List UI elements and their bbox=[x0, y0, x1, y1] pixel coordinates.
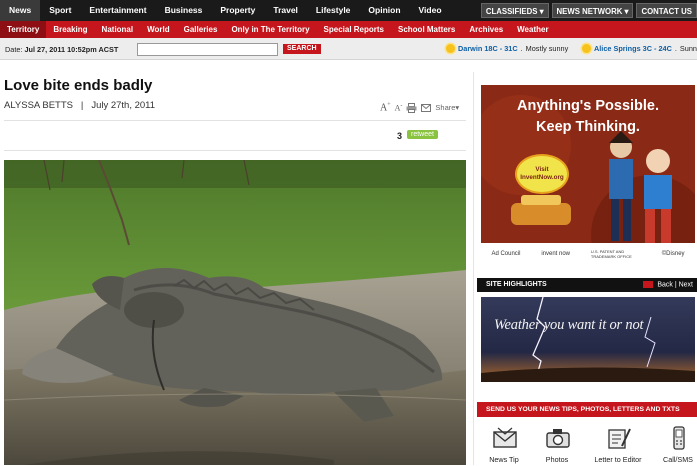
news-network-button[interactable]: NEWS NETWORK ▾ bbox=[551, 3, 634, 18]
top-nav-right-group: CLASSIFIEDS ▾ NEWS NETWORK ▾ CONTACT US bbox=[480, 3, 697, 18]
section-tab-breaking[interactable]: Breaking bbox=[46, 21, 94, 38]
print-icon[interactable] bbox=[406, 102, 417, 113]
photos-label: Photos bbox=[545, 455, 569, 464]
divider bbox=[4, 150, 466, 151]
top-nav-travel[interactable]: Travel bbox=[264, 0, 307, 21]
contact-us-button[interactable]: CONTACT US bbox=[636, 3, 697, 18]
highlight-caption: Weather you want it or not bbox=[494, 317, 644, 333]
section-tab-school-matters[interactable]: School Matters bbox=[391, 21, 462, 38]
ad-footer-logos: Ad Council invent now U.S. PATENT AND TR… bbox=[481, 243, 695, 264]
section-tab-galleries[interactable]: Galleries bbox=[177, 21, 225, 38]
contact-options: News Tip Photos Letter to Editor Call/SM… bbox=[477, 426, 697, 466]
date-search-bar: Date: Jul 27, 2011 10:52pm ACST SEARCH D… bbox=[0, 38, 697, 60]
search-button[interactable]: SEARCH bbox=[283, 44, 321, 54]
section-tab-special-reports[interactable]: Special Reports bbox=[317, 21, 391, 38]
call-sms-label: Call/SMS bbox=[663, 455, 693, 464]
chevron-down-icon: ▾ bbox=[539, 7, 544, 16]
camera-icon bbox=[546, 429, 570, 448]
time-value: 10:52pm ACST bbox=[67, 45, 119, 54]
contact-us-label: CONTACT US bbox=[641, 7, 692, 16]
ad-visit-url: InventNow.org bbox=[520, 174, 564, 181]
mobile-phone-icon bbox=[673, 426, 685, 450]
uspto-logo: U.S. PATENT AND TRADEMARK OFFICE bbox=[590, 248, 632, 259]
weather-alice-springs[interactable]: Alice Springs 3C - 24C . Sunn bbox=[582, 44, 697, 53]
date-label: Date: bbox=[5, 45, 23, 54]
share-button[interactable]: Share▾ bbox=[435, 103, 459, 112]
site-highlight-image[interactable]: Weather you want it or not bbox=[481, 297, 695, 382]
disney-logo: ©Disney bbox=[661, 250, 685, 257]
highlights-back-link[interactable]: Back bbox=[657, 281, 673, 288]
highlights-nav: Back | Next bbox=[643, 281, 693, 288]
top-nav-lifestyle[interactable]: Lifestyle bbox=[307, 0, 360, 21]
current-date: Date: Jul 27, 2011 10:52pm ACST bbox=[5, 45, 118, 54]
top-nav-entertainment[interactable]: Entertainment bbox=[80, 0, 155, 21]
sidebar-divider bbox=[473, 72, 474, 465]
retweet-count: 3 bbox=[397, 131, 403, 141]
weather-desc: Sunn bbox=[679, 44, 697, 53]
ad-visit-label: Visit bbox=[535, 166, 549, 173]
date-value: Jul 27, 2011 bbox=[24, 45, 66, 54]
chevron-down-icon: ▾ bbox=[624, 7, 629, 16]
classifieds-label: CLASSIFIEDS bbox=[485, 7, 538, 16]
article-byline: ALYSSA BETTS | July 27th, 2011 bbox=[4, 100, 155, 111]
retweet-button[interactable]: retweet bbox=[407, 130, 438, 139]
top-nav-business[interactable]: Business bbox=[156, 0, 212, 21]
email-icon[interactable] bbox=[421, 103, 432, 112]
site-highlights-header: SITE HIGHLIGHTS Back | Next bbox=[477, 278, 697, 292]
section-tab-territory[interactable]: Territory bbox=[0, 21, 47, 38]
crocodile-photo-image bbox=[4, 160, 466, 465]
share-label: Share bbox=[435, 103, 456, 113]
section-tab-national[interactable]: National bbox=[95, 21, 141, 38]
article-photo bbox=[4, 160, 466, 465]
top-nav-news[interactable]: News bbox=[0, 0, 41, 21]
weather-city: Darwin 18C - 31C bbox=[458, 44, 518, 53]
top-nav-video[interactable]: Video bbox=[410, 0, 451, 21]
top-navigation: News Sport Entertainment Business Proper… bbox=[0, 0, 697, 21]
section-tab-world[interactable]: World bbox=[140, 21, 177, 38]
storm-image bbox=[481, 297, 695, 382]
search-input[interactable] bbox=[137, 43, 278, 56]
section-tab-archives[interactable]: Archives bbox=[462, 21, 510, 38]
weather-desc: Mostly sunny bbox=[525, 44, 569, 53]
advertisement-banner[interactable]: Anything's Possible. Keep Thinking. Visi… bbox=[481, 85, 695, 264]
letter-to-editor-label: Letter to Editor bbox=[594, 455, 642, 464]
envelope-icon bbox=[493, 427, 517, 448]
top-nav-opinion[interactable]: Opinion bbox=[359, 0, 409, 21]
text-smaller-icon[interactable]: A- bbox=[395, 103, 403, 113]
news-network-label: NEWS NETWORK bbox=[556, 7, 623, 16]
top-nav-sport[interactable]: Sport bbox=[40, 0, 80, 21]
sun-icon bbox=[582, 44, 591, 53]
weather-darwin[interactable]: Darwin 18C - 31C . Mostly sunny bbox=[446, 44, 568, 53]
highlights-next-link[interactable]: Next bbox=[679, 281, 693, 288]
highlights-indicator-icon bbox=[643, 281, 654, 288]
byline-separator: | bbox=[75, 100, 89, 111]
section-tab-only-in-territory[interactable]: Only in The Territory bbox=[224, 21, 316, 38]
send-news-header: SEND US YOUR NEWS TIPS, PHOTOS, LETTERS … bbox=[477, 402, 697, 417]
article-headline: Love bite ends badly bbox=[4, 77, 153, 94]
divider bbox=[4, 120, 466, 121]
ad-visit-badge[interactable]: Visit InventNow.org bbox=[515, 154, 569, 194]
news-tip-label: News Tip bbox=[489, 455, 519, 464]
site-highlights-title: SITE HIGHLIGHTS bbox=[486, 281, 547, 288]
text-larger-icon[interactable]: A+ bbox=[380, 102, 391, 113]
weather-city: Alice Springs 3C - 24C bbox=[594, 44, 672, 53]
ad-council-logo: Ad Council bbox=[491, 250, 521, 257]
ad-headline-2: Keep Thinking. bbox=[536, 119, 640, 135]
weather-separator: . bbox=[520, 44, 523, 53]
article-tools: A+ A- Share▾ bbox=[380, 102, 459, 113]
author-name[interactable]: ALYSSA BETTS bbox=[4, 100, 73, 111]
section-tab-weather[interactable]: Weather bbox=[510, 21, 555, 38]
chevron-down-icon: ▾ bbox=[455, 103, 460, 113]
sun-icon bbox=[446, 44, 455, 53]
article-date: July 27th, 2011 bbox=[91, 100, 156, 111]
classifieds-button[interactable]: CLASSIFIEDS ▾ bbox=[480, 3, 549, 18]
top-nav-property[interactable]: Property bbox=[211, 0, 264, 21]
ad-headline-1: Anything's Possible. bbox=[516, 98, 660, 114]
invent-now-logo: invent now bbox=[541, 250, 571, 257]
weather-separator: . bbox=[674, 44, 677, 53]
writing-hand-icon bbox=[608, 428, 631, 449]
section-navigation: Territory Breaking National World Galler… bbox=[0, 21, 697, 38]
